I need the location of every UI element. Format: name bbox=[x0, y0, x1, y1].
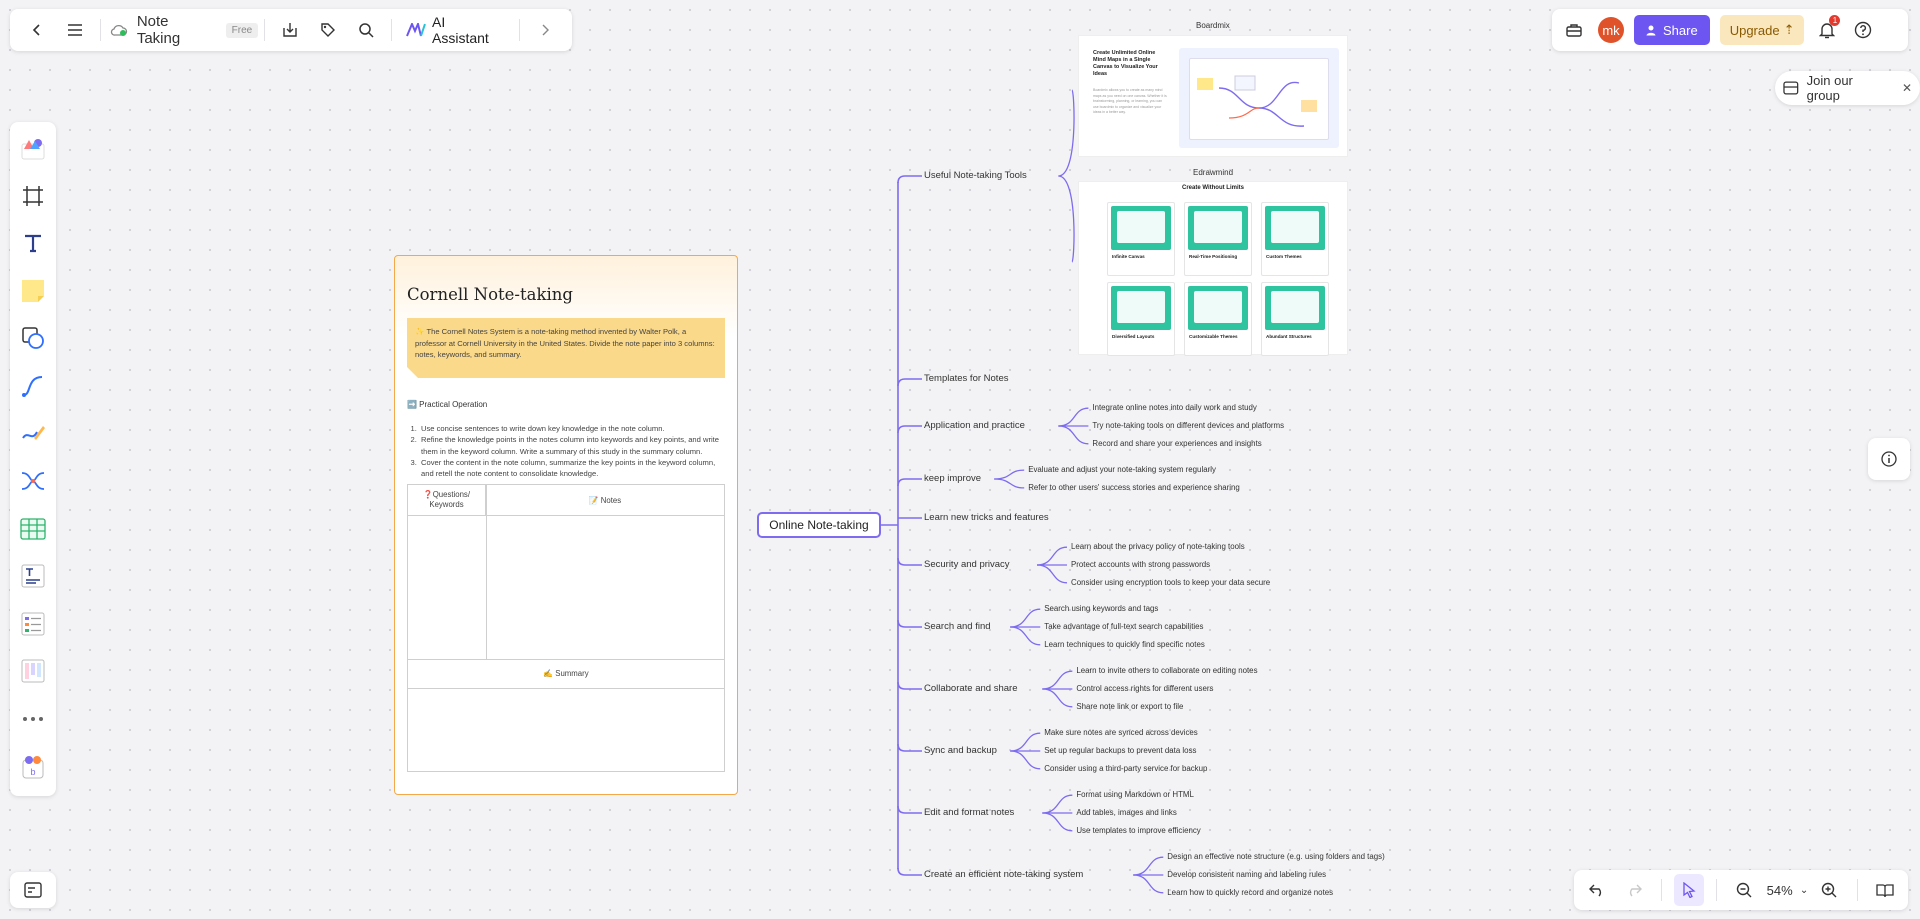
mindmap-leaf[interactable]: Learn to invite others to collaborate on… bbox=[1076, 666, 1257, 675]
edrawmind-tile: Diversified Layouts bbox=[1107, 282, 1175, 356]
edrawmind-tile: Real-Time Positioning bbox=[1184, 202, 1252, 276]
connector-line bbox=[897, 478, 922, 487]
mindmap-leaf[interactable]: Integrate online notes into daily work a… bbox=[1092, 403, 1257, 412]
tile-image bbox=[1265, 286, 1325, 330]
connector-line bbox=[1058, 425, 1089, 445]
mindmap-leaf[interactable]: Learn how to quickly record and organize… bbox=[1167, 888, 1333, 897]
mindmap-leaf[interactable]: Use templates to improve efficiency bbox=[1076, 826, 1200, 835]
tile-image bbox=[1188, 286, 1248, 330]
connector-line bbox=[897, 175, 922, 184]
tile-image bbox=[1111, 286, 1171, 330]
connector-line bbox=[1010, 608, 1041, 628]
connector-line bbox=[994, 478, 1025, 489]
mindmap-branch[interactable]: Sync and backup bbox=[924, 745, 997, 756]
tile-preview bbox=[1194, 211, 1242, 243]
tile-preview bbox=[1117, 211, 1165, 243]
tile-image bbox=[1188, 206, 1248, 250]
connector-line bbox=[897, 867, 922, 876]
connector-line bbox=[897, 681, 922, 690]
connector-line bbox=[897, 619, 922, 628]
connector-line bbox=[1010, 732, 1041, 752]
connector-line bbox=[897, 805, 922, 814]
mindmap-leaf[interactable]: Search using keywords and tags bbox=[1044, 604, 1158, 613]
mindmap-leaf[interactable]: Refer to other users' success stories an… bbox=[1028, 483, 1240, 492]
mindmap-branch[interactable]: Templates for Notes bbox=[924, 373, 1008, 384]
mindmap-branch[interactable]: Security and privacy bbox=[924, 559, 1010, 570]
mindmap-connectors bbox=[881, 89, 1164, 894]
tile-caption: Real-Time Positioning bbox=[1189, 254, 1238, 259]
mindmap-leaf[interactable]: Learn techniques to quickly find specifi… bbox=[1044, 640, 1205, 649]
tile-caption: Customizable Themes bbox=[1189, 334, 1238, 339]
mindmap-branch[interactable]: Collaborate and share bbox=[924, 683, 1017, 694]
tile-preview bbox=[1194, 291, 1242, 323]
tile-preview bbox=[1271, 291, 1319, 323]
mindmap-root[interactable]: Online Note-taking bbox=[757, 512, 881, 538]
connector-line bbox=[897, 743, 922, 752]
edrawmind-headline: Create Without Limits bbox=[1182, 185, 1244, 191]
mindmap-leaf[interactable]: Learn about the privacy policy of note-t… bbox=[1071, 542, 1245, 551]
connector-line bbox=[1042, 670, 1073, 690]
boardmix-body: Boardmix allows you to create as many mi… bbox=[1093, 88, 1167, 115]
mindmap-leaf[interactable]: Record and share your experiences and in… bbox=[1092, 439, 1261, 448]
edrawmind-tile: Abundant Structures bbox=[1261, 282, 1329, 356]
mindmap-leaf[interactable]: Consider using encryption tools to keep … bbox=[1071, 578, 1270, 587]
mindmap-leaf[interactable]: Share note link or export to file bbox=[1076, 702, 1183, 711]
tile-caption: Diversified Layouts bbox=[1112, 334, 1155, 339]
mindmap-leaf[interactable]: Develop consistent naming and labeling r… bbox=[1167, 870, 1326, 879]
edrawmind-tile: Custom Themes bbox=[1261, 202, 1329, 276]
connector-line bbox=[994, 469, 1025, 480]
connector-line bbox=[1133, 856, 1164, 876]
edrawmind-screenshot[interactable]: Create Without Limits Infinite Canvas Rea… bbox=[1078, 181, 1348, 356]
connector-line bbox=[1058, 175, 1075, 263]
connector-line bbox=[1058, 407, 1089, 427]
mindmap-branch[interactable]: Search and find bbox=[924, 621, 991, 632]
mindmap-leaf[interactable]: Add tables, images and links bbox=[1076, 808, 1176, 817]
tile-caption: Abundant Structures bbox=[1266, 334, 1312, 339]
mindmap-branch[interactable]: Edit and format notes bbox=[924, 807, 1014, 818]
edrawmind-tile: Infinite Canvas bbox=[1107, 202, 1175, 276]
edrawmind-label: Edrawmind bbox=[1193, 168, 1234, 177]
mindmap-leaf[interactable]: Format using Markdown or HTML bbox=[1076, 790, 1194, 799]
connector-line bbox=[1036, 564, 1068, 584]
tile-image bbox=[1111, 206, 1171, 250]
connector-line bbox=[1036, 546, 1068, 566]
boardmix-label: Boardmix bbox=[1196, 21, 1230, 30]
connector-line bbox=[897, 378, 922, 387]
connector-line bbox=[1042, 812, 1073, 832]
mindmap-branch[interactable]: Application and practice bbox=[924, 420, 1025, 431]
mindmap-leaf[interactable]: Design an effective note structure (e.g.… bbox=[1167, 852, 1384, 861]
connector-line bbox=[1042, 794, 1073, 814]
mindmap-leaf[interactable]: Protect accounts with strong passwords bbox=[1071, 560, 1210, 569]
mindmap-branch[interactable]: Learn new tricks and features bbox=[924, 512, 1049, 523]
mindmap-leaf[interactable]: Take advantage of full-text search capab… bbox=[1044, 622, 1203, 631]
connector-line bbox=[1010, 626, 1041, 646]
tile-image bbox=[1265, 206, 1325, 250]
connector-line bbox=[1133, 874, 1164, 894]
tile-caption: Custom Themes bbox=[1266, 254, 1302, 259]
mindmap-leaf[interactable]: Try note-taking tools on different devic… bbox=[1092, 421, 1284, 430]
boardmix-screenshot[interactable]: Create Unlimited Online Mind Maps in a S… bbox=[1078, 35, 1348, 157]
tile-caption: Infinite Canvas bbox=[1112, 254, 1145, 259]
connector-line bbox=[1042, 688, 1073, 708]
boardmix-preview bbox=[1179, 48, 1339, 148]
mindmap-leaf[interactable]: Make sure notes are synced across device… bbox=[1044, 728, 1198, 737]
mindmap-leaf[interactable]: Consider using a third-party service for… bbox=[1044, 764, 1207, 773]
connector-line bbox=[1010, 750, 1041, 770]
connector-line bbox=[897, 557, 922, 566]
boardmix-headline: Create Unlimited Online Mind Maps in a S… bbox=[1093, 50, 1158, 77]
mindmap-branch[interactable]: Useful Note-taking Tools bbox=[924, 170, 1027, 181]
tile-preview bbox=[1271, 211, 1319, 243]
preview-mindmap-image bbox=[1197, 75, 1317, 127]
mindmap-leaf[interactable]: Control access rights for different user… bbox=[1076, 684, 1213, 693]
edrawmind-tile: Customizable Themes bbox=[1184, 282, 1252, 356]
mindmap-branch[interactable]: keep improve bbox=[924, 473, 981, 484]
mindmap-leaf[interactable]: Set up regular backups to prevent data l… bbox=[1044, 746, 1196, 755]
mindmap-branch[interactable]: Create an efficient note-taking system bbox=[924, 869, 1083, 880]
connector-line bbox=[897, 425, 922, 434]
mindmap-leaf[interactable]: Evaluate and adjust your note-taking sys… bbox=[1028, 465, 1216, 474]
connector-line bbox=[1058, 89, 1075, 177]
tile-preview bbox=[1117, 291, 1165, 323]
